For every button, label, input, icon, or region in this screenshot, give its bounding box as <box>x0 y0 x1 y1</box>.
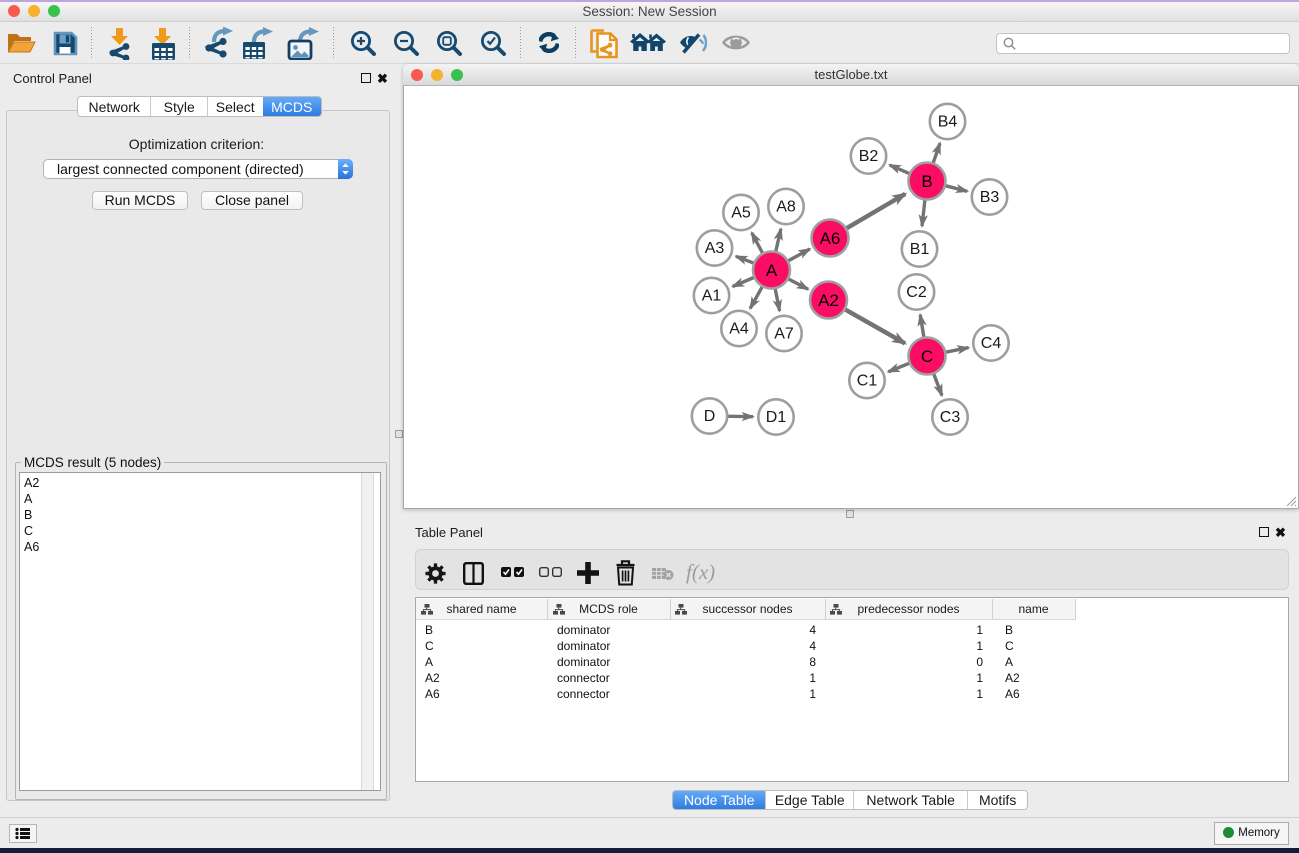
svg-text:A: A <box>766 261 778 280</box>
svg-text:A6: A6 <box>820 229 841 248</box>
svg-text:A5: A5 <box>731 205 751 222</box>
svg-text:B: B <box>921 172 932 191</box>
svg-text:A3: A3 <box>705 240 725 257</box>
svg-text:C1: C1 <box>857 373 878 390</box>
svg-text:C: C <box>921 347 933 366</box>
svg-text:B3: B3 <box>980 189 1000 206</box>
svg-text:A2: A2 <box>818 291 839 310</box>
svg-text:A1: A1 <box>702 288 722 305</box>
svg-text:B2: B2 <box>859 148 879 165</box>
svg-text:A7: A7 <box>774 326 794 343</box>
svg-text:B1: B1 <box>910 241 930 258</box>
svg-text:A8: A8 <box>776 199 796 216</box>
svg-text:C2: C2 <box>906 284 927 301</box>
svg-text:D: D <box>704 408 716 425</box>
svg-text:C3: C3 <box>940 409 961 426</box>
svg-text:D1: D1 <box>766 409 787 426</box>
svg-text:B4: B4 <box>938 114 958 131</box>
svg-text:C4: C4 <box>981 335 1002 352</box>
svg-text:A4: A4 <box>729 321 749 338</box>
